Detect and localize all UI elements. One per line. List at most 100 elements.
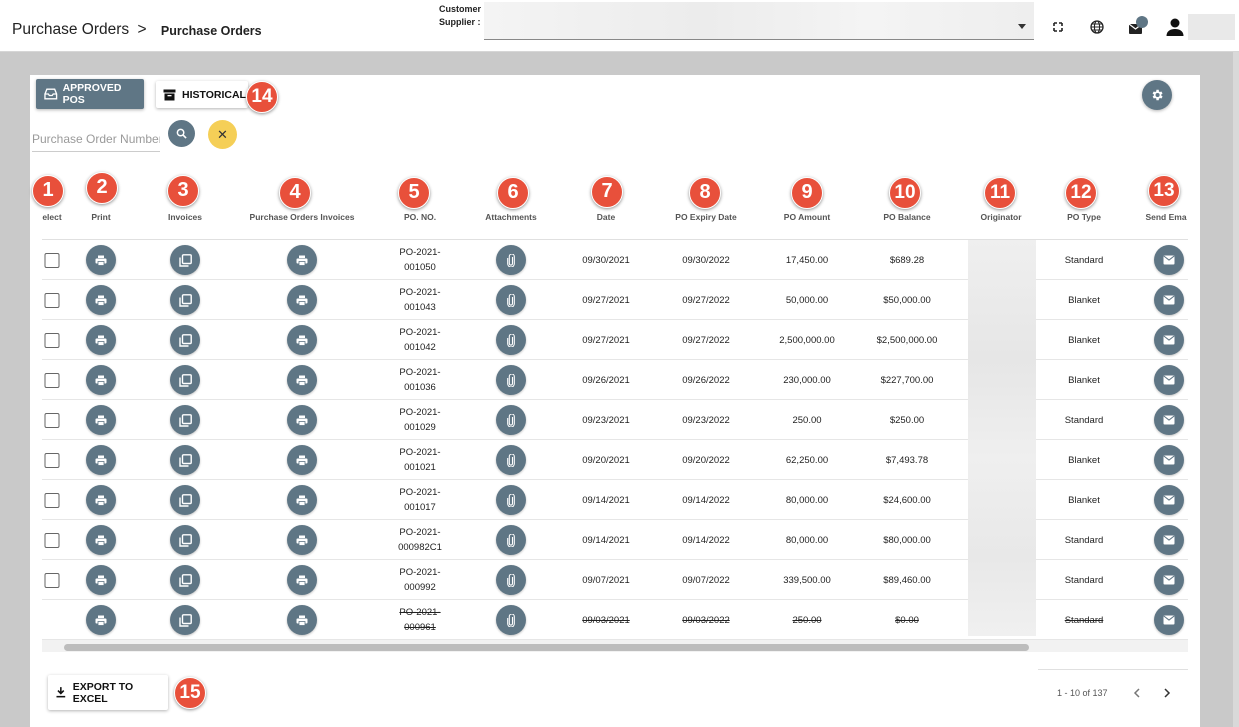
attachment-button[interactable] <box>496 565 526 595</box>
print-button[interactable] <box>86 285 116 315</box>
attachment-button[interactable] <box>496 245 526 275</box>
po-invoice-print-button[interactable] <box>287 325 317 355</box>
clear-search-button[interactable]: ✕ <box>208 120 237 149</box>
select-cell[interactable] <box>44 480 60 520</box>
print-button[interactable] <box>86 565 116 595</box>
purchase-order-number-input[interactable] <box>32 126 160 152</box>
previous-page-button[interactable] <box>1127 683 1147 703</box>
row-checkbox[interactable] <box>44 572 60 588</box>
invoices-button[interactable] <box>170 405 200 435</box>
settings-button[interactable] <box>1142 80 1172 110</box>
select-cell[interactable] <box>44 520 60 560</box>
column-header-send-email[interactable]: Send Ema <box>1145 212 1186 222</box>
row-checkbox[interactable] <box>44 412 60 428</box>
invoices-button[interactable] <box>170 365 200 395</box>
send-email-button[interactable] <box>1154 605 1184 635</box>
column-header-attachments[interactable]: Attachments <box>485 212 536 222</box>
po-invoice-print-button[interactable] <box>287 485 317 515</box>
print-button[interactable] <box>86 405 116 435</box>
select-cell[interactable] <box>44 280 60 320</box>
attachment-button[interactable] <box>496 525 526 555</box>
fullscreen-icon[interactable] <box>1050 19 1066 35</box>
column-header-print[interactable]: Print <box>91 212 110 222</box>
attachment-button[interactable] <box>496 285 526 315</box>
send-email-button[interactable] <box>1154 565 1184 595</box>
print-button[interactable] <box>86 485 116 515</box>
row-checkbox[interactable] <box>44 492 60 508</box>
user-icon[interactable] <box>1165 17 1185 37</box>
select-cell[interactable] <box>44 320 60 360</box>
invoices-button[interactable] <box>170 325 200 355</box>
column-header-originator[interactable]: Originator <box>980 212 1021 222</box>
print-button[interactable] <box>86 525 116 555</box>
supplier-select[interactable] <box>484 2 1034 40</box>
globe-icon[interactable] <box>1089 19 1105 35</box>
send-email-button[interactable] <box>1154 245 1184 275</box>
send-email-button[interactable] <box>1154 445 1184 475</box>
column-header-po-amount[interactable]: PO Amount <box>784 212 830 222</box>
select-cell[interactable] <box>44 400 60 440</box>
po-invoice-print-button[interactable] <box>287 365 317 395</box>
send-email-button[interactable] <box>1154 285 1184 315</box>
attachment-icon <box>507 573 515 587</box>
row-checkbox[interactable] <box>44 452 60 468</box>
column-header-select[interactable]: elect <box>42 212 61 222</box>
column-header-po-invoices[interactable]: Purchase Orders Invoices <box>250 212 355 222</box>
select-cell[interactable] <box>44 360 60 400</box>
select-cell[interactable] <box>44 560 60 600</box>
select-cell[interactable] <box>44 440 60 480</box>
row-checkbox[interactable] <box>44 332 60 348</box>
page-scrollbar[interactable] <box>1233 52 1239 727</box>
invoices-button[interactable] <box>170 485 200 515</box>
breadcrumb-parent[interactable]: Purchase Orders <box>12 21 129 38</box>
approved-pos-button[interactable]: APPROVED POS <box>36 79 144 109</box>
export-to-excel-button[interactable]: EXPORT TO EXCEL <box>48 675 168 710</box>
po-invoice-print-button[interactable] <box>287 285 317 315</box>
row-checkbox[interactable] <box>44 252 60 268</box>
row-checkbox[interactable] <box>44 532 60 548</box>
po-invoice-print-button[interactable] <box>287 245 317 275</box>
attachment-button[interactable] <box>496 325 526 355</box>
print-button[interactable] <box>86 325 116 355</box>
attachment-button[interactable] <box>496 605 526 635</box>
po-invoice-print-button[interactable] <box>287 525 317 555</box>
invoices-button[interactable] <box>170 285 200 315</box>
attachment-button[interactable] <box>496 365 526 395</box>
search-button[interactable] <box>168 120 195 147</box>
historical-button[interactable]: HISTORICAL <box>156 81 248 108</box>
horizontal-scroll-thumb[interactable] <box>64 644 1029 651</box>
attachment-button[interactable] <box>496 405 526 435</box>
po-invoice-print-button[interactable] <box>287 605 317 635</box>
send-email-button[interactable] <box>1154 485 1184 515</box>
column-header-invoices[interactable]: Invoices <box>168 212 202 222</box>
print-cell <box>86 320 116 360</box>
invoices-button[interactable] <box>170 445 200 475</box>
po-invoice-print-button[interactable] <box>287 445 317 475</box>
print-button[interactable] <box>86 365 116 395</box>
column-header-po-balance[interactable]: PO Balance <box>883 212 930 222</box>
print-button[interactable] <box>86 245 116 275</box>
print-button[interactable] <box>86 605 116 635</box>
chevron-down-icon[interactable] <box>1018 24 1026 29</box>
print-button[interactable] <box>86 445 116 475</box>
column-header-po-type[interactable]: PO Type <box>1067 212 1101 222</box>
send-email-button[interactable] <box>1154 405 1184 435</box>
attachment-button[interactable] <box>496 445 526 475</box>
column-header-po-number[interactable]: PO. NO. <box>404 212 436 222</box>
send-email-button[interactable] <box>1154 365 1184 395</box>
po-invoice-print-button[interactable] <box>287 565 317 595</box>
invoices-button[interactable] <box>170 605 200 635</box>
invoices-button[interactable] <box>170 525 200 555</box>
next-page-button[interactable] <box>1157 683 1177 703</box>
send-email-button[interactable] <box>1154 325 1184 355</box>
column-header-expiry-date[interactable]: PO Expiry Date <box>675 212 736 222</box>
column-header-date[interactable]: Date <box>597 212 615 222</box>
invoices-button[interactable] <box>170 565 200 595</box>
attachment-button[interactable] <box>496 485 526 515</box>
row-checkbox[interactable] <box>44 292 60 308</box>
send-email-button[interactable] <box>1154 525 1184 555</box>
select-cell[interactable] <box>44 240 60 280</box>
row-checkbox[interactable] <box>44 372 60 388</box>
invoices-button[interactable] <box>170 245 200 275</box>
po-invoice-print-button[interactable] <box>287 405 317 435</box>
